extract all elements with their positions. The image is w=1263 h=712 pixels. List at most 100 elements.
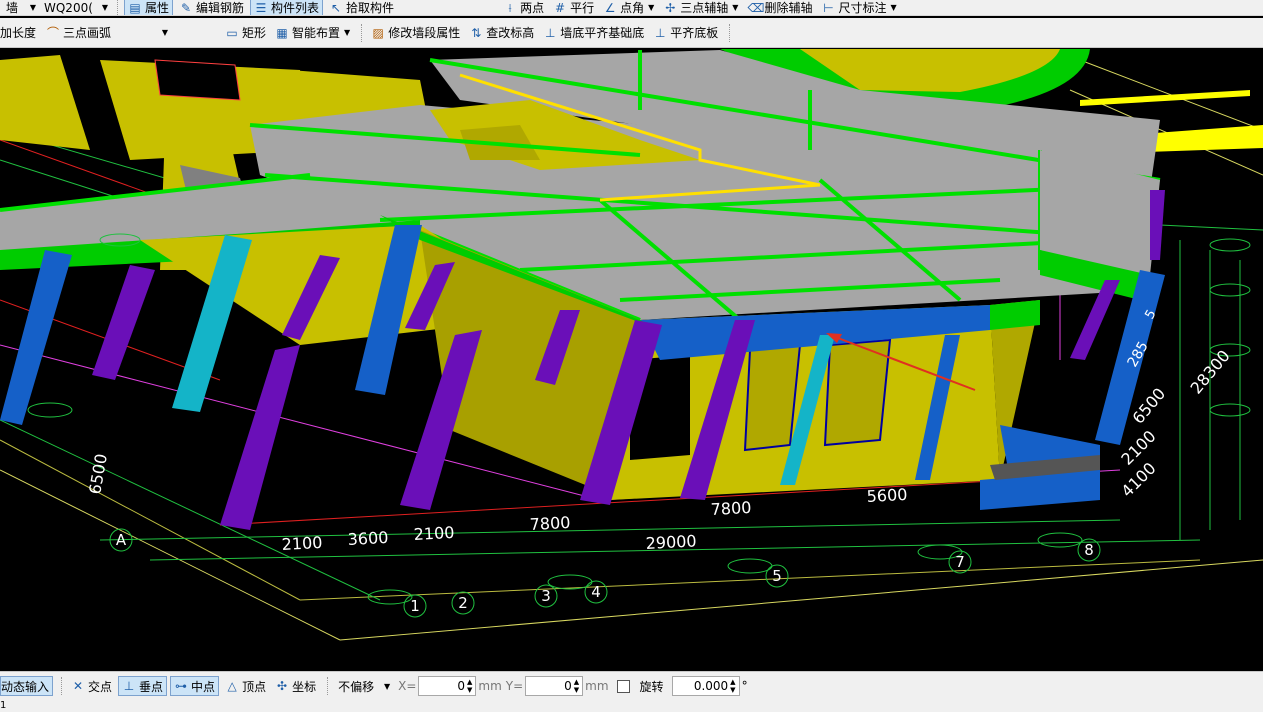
point-angle-icon: ∠: [604, 0, 616, 15]
perpendicular-icon: ⊥: [123, 679, 135, 693]
wall-category-label: 墙: [6, 1, 19, 15]
component-list-button[interactable]: ☰ 构件列表: [250, 0, 324, 15]
axis-bubble-labels: A 1 2 3 4 5 7 8: [116, 531, 1094, 615]
point-angle-button[interactable]: ∠ 点角 ▼: [600, 0, 657, 16]
wall-category-select[interactable]: 墙 ▼: [2, 0, 40, 15]
two-points-button[interactable]: ⟊ 两点: [500, 0, 547, 16]
perpendicular-label: 垂点: [139, 679, 164, 694]
properties-icon: ▤: [129, 0, 141, 15]
wall-type-select[interactable]: WQ200(▼: [40, 0, 112, 15]
dimension-text: 7800: [710, 498, 752, 519]
x-input[interactable]: 0 ▲ ▼: [418, 676, 477, 696]
dynamic-input-label: 动态输入: [1, 679, 50, 694]
chevron-down-icon: ▼: [648, 3, 655, 12]
smart-layout-button[interactable]: ▦ 智能布置 ▼: [272, 23, 353, 43]
extend-length-button[interactable]: 加长度: [0, 23, 39, 43]
midpoint-snap-button[interactable]: ⊶ 中点: [170, 676, 220, 696]
properties-button[interactable]: ▤ 属性: [124, 0, 174, 15]
check-elevation-button[interactable]: ⇅ 查改标高: [466, 23, 537, 43]
chevron-down-icon: ▼: [101, 3, 108, 12]
three-point-axis-button[interactable]: ✢ 三点辅轴 ▼: [660, 0, 741, 16]
bottom-text: 1: [0, 700, 7, 711]
model-3d-view: A 1 2 3 4 5 7 8 2100 3600 2100 7800 2900…: [0, 49, 1263, 641]
edit-rebar-button[interactable]: ✎ 编辑钢筋: [176, 0, 247, 16]
ground-marker: [1209, 238, 1251, 252]
three-point-axis-label: 三点辅轴: [680, 1, 729, 15]
parallel-button[interactable]: # 平行: [550, 0, 597, 16]
axis-line: [0, 419, 381, 601]
elevation-icon: ⇅: [471, 25, 482, 40]
ground-marker: [547, 574, 593, 590]
delete-axis-label: 删除辅轴: [764, 1, 813, 15]
ground-marker: [1209, 403, 1251, 417]
axis-line: [1159, 224, 1263, 231]
grid-line: [0, 469, 341, 641]
toolbar-separator: [117, 0, 119, 15]
bottom-strip: 1: [0, 700, 1263, 712]
column-purple: [92, 265, 155, 380]
chevron-down-icon: ▼: [732, 3, 739, 12]
dimension-text: 2100: [1117, 427, 1159, 469]
point-angle-label: 点角: [620, 1, 645, 15]
modify-wall-segment-button[interactable]: ▨ 修改墙段属性: [368, 23, 463, 43]
axis-label: 5: [772, 567, 782, 585]
rotate-checkbox[interactable]: [616, 679, 630, 693]
ground-marker: [27, 402, 73, 418]
perpendicular-snap-button[interactable]: ⊥ 垂点: [118, 676, 168, 696]
delete-axis-button[interactable]: ⌫ 删除辅轴: [744, 0, 815, 16]
arc-icon: ⌒: [47, 25, 60, 40]
ground-marker: [1037, 532, 1083, 548]
x-label: X=: [398, 679, 417, 693]
arc-mode-select[interactable]: ⌒ 三点画弧 ▼: [42, 24, 172, 42]
two-points-label: 两点: [520, 1, 545, 15]
axis-label: 1: [410, 597, 420, 615]
spin-icon[interactable]: ▲ ▼: [730, 678, 735, 694]
midpoint-icon: ⊶: [175, 679, 188, 693]
midpoint-label: 中点: [191, 679, 216, 694]
status-toolbar: 动态输入 ✕ 交点 ⊥ 垂点 ⊶ 中点 △ 顶点 ✣ 坐标 不偏移 ▼ X= 0 ▲ ▼ mm …: [0, 671, 1263, 700]
drawing-canvas[interactable]: A 1 2 3 4 5 7 8 2100 3600 2100 7800 2900…: [0, 49, 1263, 669]
wall-bottom-align-button[interactable]: ⊥ 墙底平齐基础底: [540, 23, 647, 43]
vertex-icon: △: [227, 679, 237, 693]
dimension-button[interactable]: ⊢ 尺寸标注 ▼: [818, 0, 899, 16]
align-bottom-icon: ⊥: [545, 25, 556, 40]
toolbar-separator: [61, 677, 63, 695]
wall-back-left: [0, 55, 90, 150]
axis-label: 8: [1084, 541, 1094, 559]
pick-component-button[interactable]: ↖ 拾取构件: [326, 0, 397, 16]
axis-label: 2: [458, 594, 468, 612]
rotate-input[interactable]: 0.000 ▲ ▼: [671, 676, 740, 696]
edit-rebar-label: 编辑钢筋: [196, 1, 245, 15]
coordinate-snap-button[interactable]: ✣ 坐标: [272, 676, 319, 696]
vertex-snap-button[interactable]: △ 顶点: [222, 676, 269, 696]
align-slab-bottom-button[interactable]: ⊥ 平齐底板: [650, 23, 721, 43]
x-value: 0: [457, 679, 465, 693]
rectangle-label: 矩形: [242, 26, 267, 40]
dimension-text: 5600: [866, 485, 908, 506]
smart-layout-label: 智能布置: [292, 26, 341, 40]
toolbar-separator: [361, 23, 363, 42]
spin-icon[interactable]: ▲ ▼: [467, 678, 472, 694]
list-icon: ☰: [255, 0, 267, 15]
main-toolbar: 墙 ▼ WQ200(▼ ▤ 属性 ✎ 编辑钢筋 ☰ 构件列表 ↖ 拾取构件 ⟊ 两点 # 平行…: [0, 0, 1263, 16]
dimension-text: 6500: [85, 452, 111, 495]
two-points-icon: ⟊: [508, 0, 512, 15]
column-purple: [220, 345, 300, 530]
spin-icon[interactable]: ▲ ▼: [574, 678, 579, 694]
modify-wall-icon: ▨: [372, 25, 384, 40]
intersection-label: 交点: [88, 679, 113, 694]
dynamic-input-button[interactable]: 动态输入: [0, 676, 54, 696]
dimension-text: 29000: [645, 531, 697, 553]
dimension-text: 4100: [1117, 459, 1159, 501]
axis-label: 3: [541, 587, 551, 605]
intersection-snap-button[interactable]: ✕ 交点: [68, 676, 115, 696]
dimension-text: 6500: [1129, 384, 1170, 427]
y-input[interactable]: 0 ▲ ▼: [525, 676, 584, 696]
parallel-label: 平行: [570, 1, 595, 15]
coordinate-label: 坐标: [292, 679, 317, 694]
offset-mode-select[interactable]: 不偏移 ▼: [334, 677, 394, 695]
rectangle-button[interactable]: ▭ 矩形: [222, 23, 269, 43]
window-opening: [743, 343, 802, 452]
wall-opening: [154, 59, 241, 101]
toolbar-separator: [729, 23, 731, 42]
